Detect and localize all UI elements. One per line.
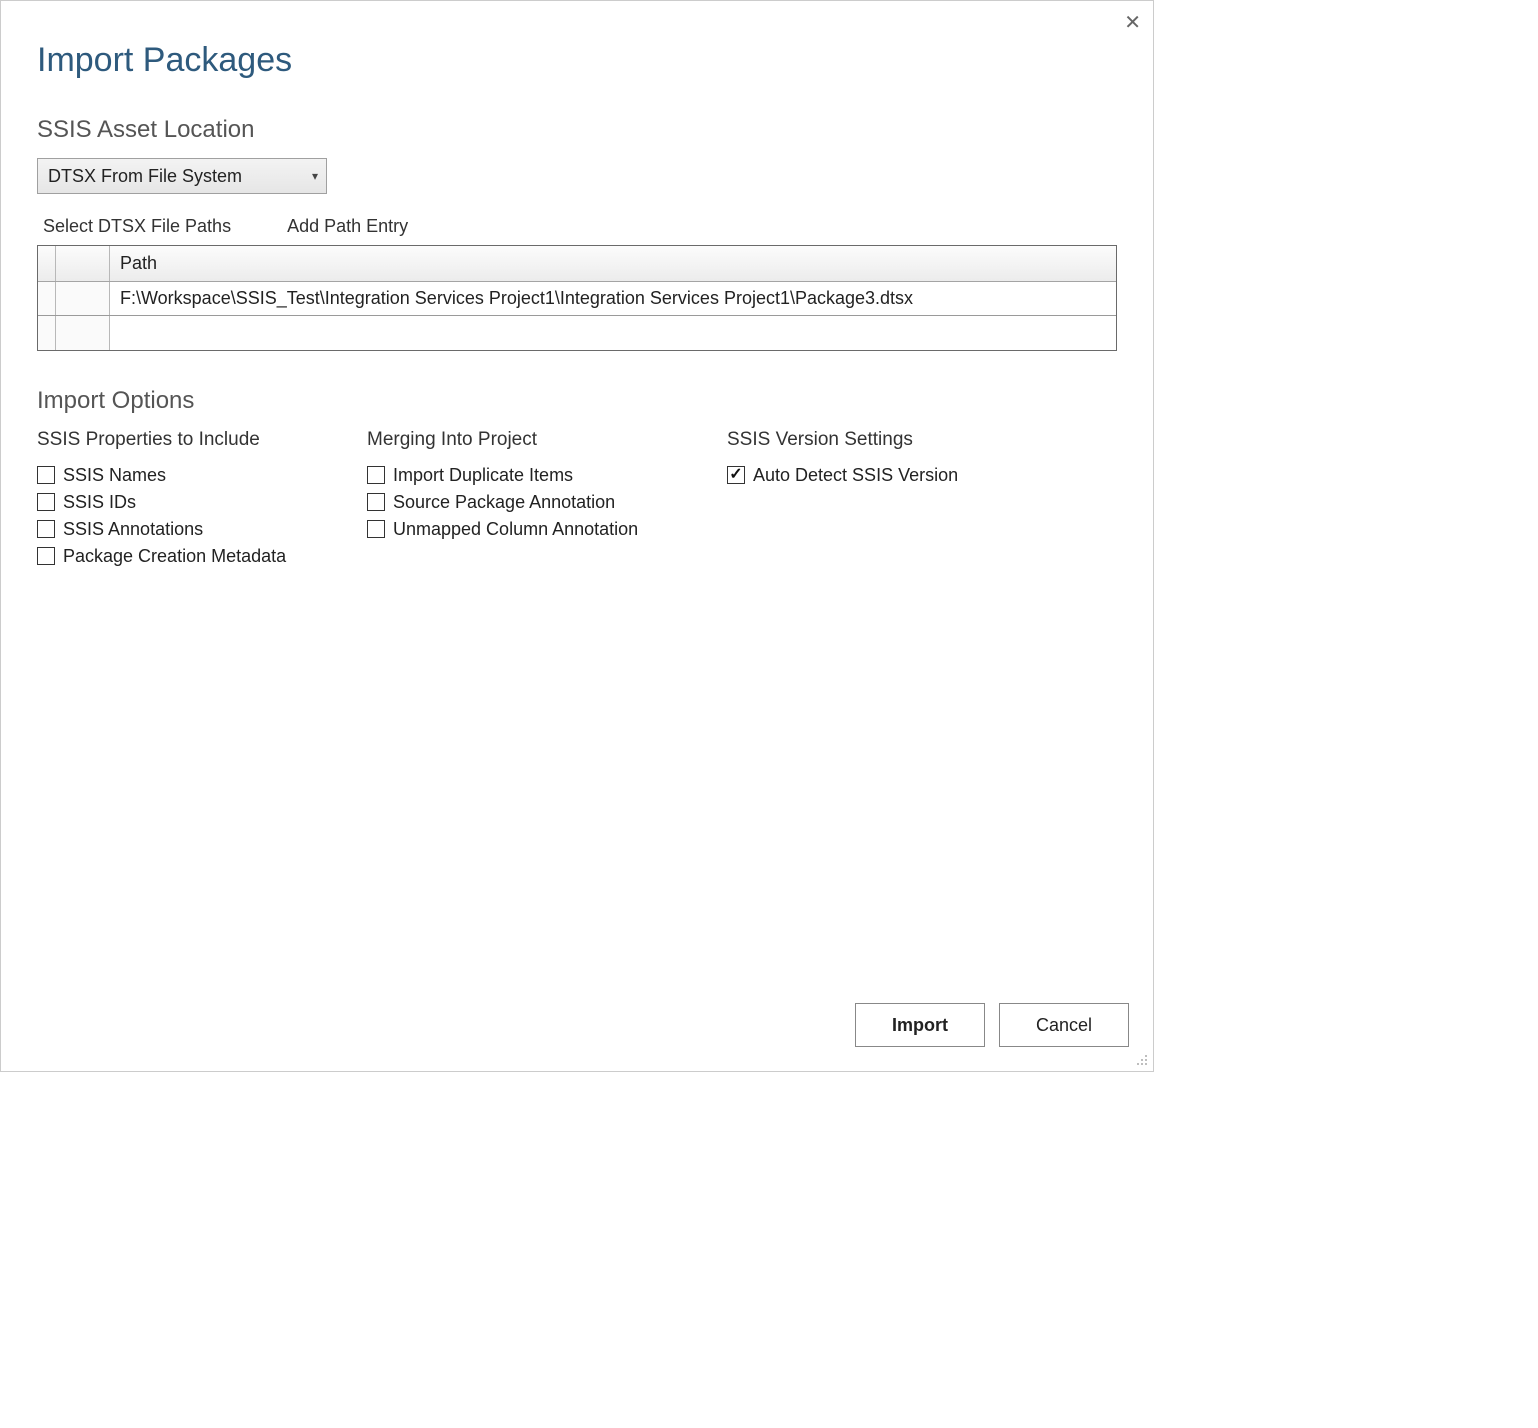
grid-header: Path — [38, 246, 1116, 282]
auto-detect-version-option[interactable]: Auto Detect SSIS Version — [727, 463, 1057, 487]
chevron-down-icon: ▾ — [312, 169, 318, 183]
grid-cell-path[interactable] — [110, 316, 1116, 350]
merging-col-header: Merging Into Project — [367, 429, 727, 451]
grid-row[interactable] — [38, 316, 1116, 350]
checkbox-icon[interactable] — [37, 547, 55, 565]
grid-row-selector[interactable] — [38, 316, 56, 350]
select-dtsx-paths-action[interactable]: Select DTSX File Paths — [43, 216, 231, 237]
checkbox-icon[interactable] — [37, 520, 55, 538]
asset-location-heading: SSIS Asset Location — [37, 116, 1117, 144]
asset-location-dropdown[interactable]: DTSX From File System ▾ — [37, 158, 327, 194]
checkbox-icon[interactable] — [37, 493, 55, 511]
unmapped-column-annotation-option[interactable]: Unmapped Column Annotation — [367, 517, 727, 541]
ssis-names-label: SSIS Names — [63, 463, 166, 487]
resize-grip-icon — [1136, 1054, 1150, 1068]
ssis-ids-label: SSIS IDs — [63, 490, 136, 514]
dialog-footer: Import Cancel — [855, 1003, 1129, 1047]
cancel-button[interactable]: Cancel — [999, 1003, 1129, 1047]
checkbox-checked-icon[interactable] — [727, 466, 745, 484]
grid-header-path: Path — [110, 246, 1116, 281]
import-duplicate-items-option[interactable]: Import Duplicate Items — [367, 463, 727, 487]
ssis-names-option[interactable]: SSIS Names — [37, 463, 367, 487]
asset-location-section: SSIS Asset Location DTSX From File Syste… — [37, 116, 1117, 351]
source-package-annotation-option[interactable]: Source Package Annotation — [367, 490, 727, 514]
dialog-title: Import Packages — [37, 41, 1117, 80]
checkbox-icon[interactable] — [37, 466, 55, 484]
ssis-annotations-option[interactable]: SSIS Annotations — [37, 517, 367, 541]
grid-row-marker[interactable] — [56, 282, 110, 315]
asset-location-selected: DTSX From File System — [48, 166, 242, 187]
grid-header-rowmark — [56, 246, 110, 281]
import-button[interactable]: Import — [855, 1003, 985, 1047]
checkbox-icon[interactable] — [367, 466, 385, 484]
import-duplicate-items-label: Import Duplicate Items — [393, 463, 573, 487]
grid-cell-path[interactable]: F:\Workspace\SSIS_Test\Integration Servi… — [110, 282, 1116, 315]
unmapped-column-annotation-label: Unmapped Column Annotation — [393, 517, 638, 541]
path-toolbar: Select DTSX File Paths Add Path Entry — [37, 216, 1117, 237]
properties-col-header: SSIS Properties to Include — [37, 429, 367, 451]
ssis-version-settings-col: SSIS Version Settings Auto Detect SSIS V… — [727, 429, 1057, 571]
options-columns: SSIS Properties to Include SSIS Names SS… — [37, 429, 1117, 571]
package-creation-metadata-option[interactable]: Package Creation Metadata — [37, 544, 367, 568]
package-creation-metadata-label: Package Creation Metadata — [63, 544, 286, 568]
import-options-heading: Import Options — [37, 387, 1117, 415]
ssis-annotations-label: SSIS Annotations — [63, 517, 203, 541]
auto-detect-version-label: Auto Detect SSIS Version — [753, 463, 958, 487]
merging-into-project-col: Merging Into Project Import Duplicate It… — [367, 429, 727, 571]
grid-row-selector[interactable] — [38, 282, 56, 315]
add-path-entry-action[interactable]: Add Path Entry — [287, 216, 408, 237]
checkbox-icon[interactable] — [367, 520, 385, 538]
properties-to-include-col: SSIS Properties to Include SSIS Names SS… — [37, 429, 367, 571]
source-package-annotation-label: Source Package Annotation — [393, 490, 615, 514]
grid-row[interactable]: F:\Workspace\SSIS_Test\Integration Servi… — [38, 282, 1116, 316]
dialog-content: Import Packages SSIS Asset Location DTSX… — [1, 1, 1153, 571]
version-col-header: SSIS Version Settings — [727, 429, 1057, 451]
paths-grid: Path F:\Workspace\SSIS_Test\Integration … — [37, 245, 1117, 351]
grid-header-selector — [38, 246, 56, 281]
grid-row-marker[interactable] — [56, 316, 110, 350]
ssis-ids-option[interactable]: SSIS IDs — [37, 490, 367, 514]
checkbox-icon[interactable] — [367, 493, 385, 511]
close-icon[interactable]: ✕ — [1124, 13, 1141, 33]
import-options-section: Import Options SSIS Properties to Includ… — [37, 387, 1117, 571]
